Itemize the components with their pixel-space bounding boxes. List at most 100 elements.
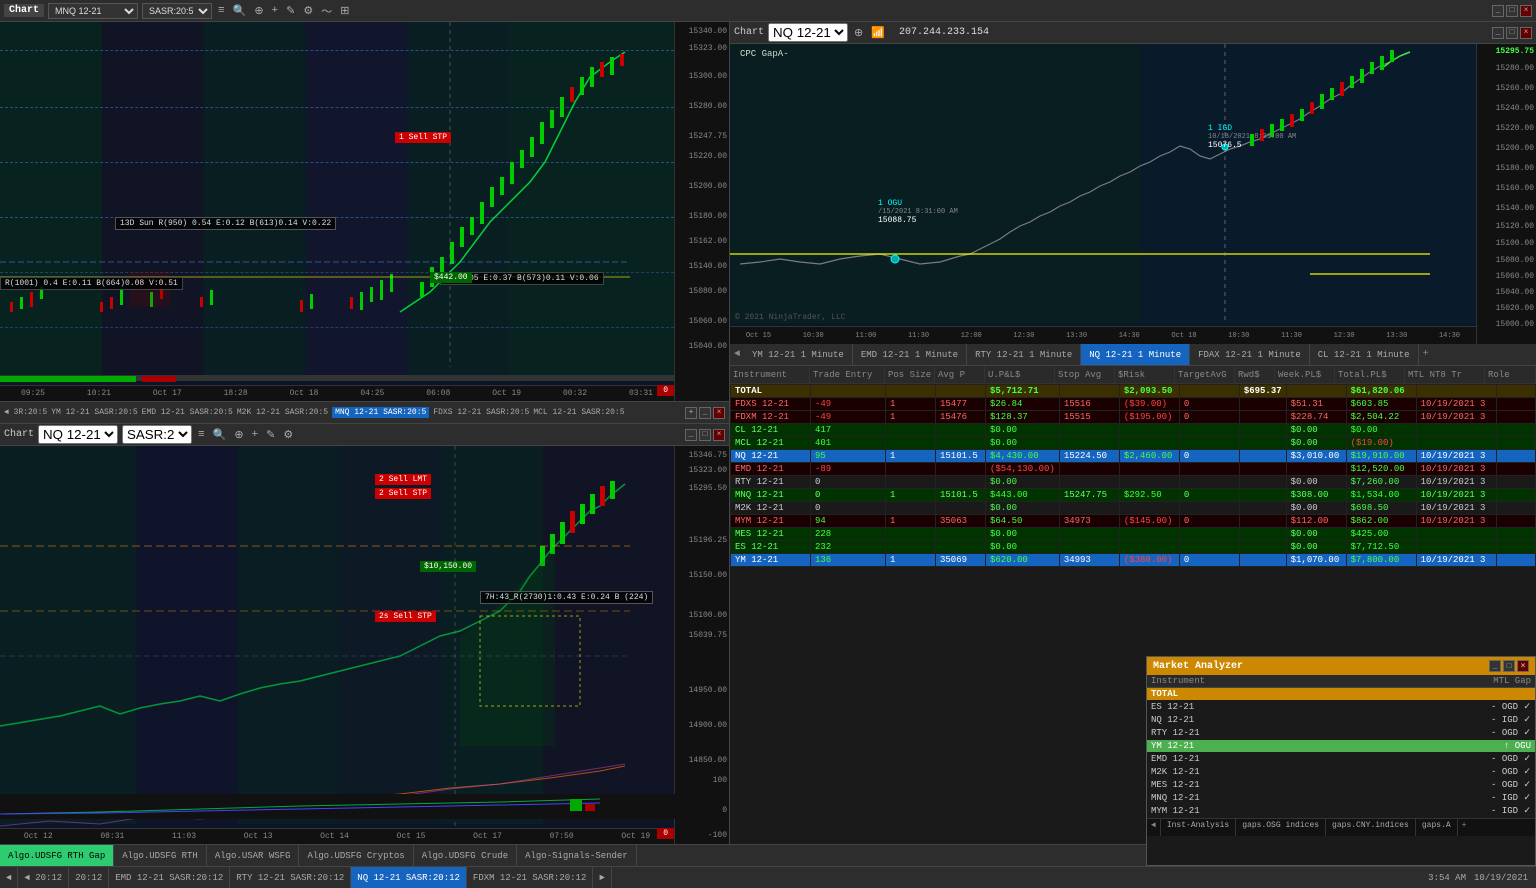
left-panel: 13D Sun R(950) 0.54 E:0.12 B(613)0.14 V:… (0, 22, 730, 844)
ma-tab-plus[interactable]: + (1458, 819, 1471, 836)
ma-instrument: NQ 12-21 (1151, 715, 1411, 725)
status-emd[interactable]: EMD 12-21 SASR:20:12 (109, 867, 230, 888)
close-btn-2[interactable]: × (713, 407, 725, 419)
ma-value: - OGD ✓ (1411, 767, 1531, 777)
nq-toolbar-2[interactable]: 📶 (869, 26, 887, 40)
maximize-btn[interactable]: □ (1506, 5, 1518, 17)
toolbar-icon-settings[interactable]: ⚙ (301, 4, 315, 18)
bottom-close-btn[interactable]: × (713, 429, 725, 441)
toolbar-icon-plus[interactable]: + (270, 5, 281, 17)
table-cell (1239, 437, 1286, 450)
toolbar-icon-grid[interactable]: ⊞ (338, 4, 351, 18)
table-cell (1496, 437, 1535, 450)
tab-cl[interactable]: CL 12-21 1 Minute (1310, 344, 1419, 366)
table-cell (886, 424, 936, 437)
nq-tl-2: 10:30 (803, 332, 824, 340)
ma-row: NQ 12-21- IGD ✓ (1147, 714, 1535, 727)
status-rty[interactable]: RTY 12-21 SASR:20:12 (230, 867, 351, 888)
ma-min-btn[interactable]: _ (1489, 660, 1501, 672)
tab-emd[interactable]: EMD 12-21 1 Minute (853, 344, 967, 366)
toolbar-icon-wave[interactable]: 〜 (319, 3, 334, 19)
tl-9: Oct 19 (621, 832, 650, 841)
price-b-8: 14950.00 (689, 686, 727, 695)
time-axis-top: 09:25 10:21 Oct 17 18:28 Oct 18 04:25 06… (0, 385, 674, 401)
ma-tab-arrow-left[interactable]: ◄ (1147, 819, 1161, 836)
ma-tab-4[interactable]: gaps.A (1416, 819, 1458, 836)
nq-tl-3: 11:00 (855, 332, 876, 340)
table-row: TOTAL$5,712.71$2,093.50$695.37$61,820.06 (731, 385, 1536, 398)
table-cell: MYM 12-21 (731, 515, 811, 528)
min-btn-3[interactable]: _ (699, 407, 711, 419)
nq-max-btn[interactable]: □ (1506, 27, 1518, 39)
ma-tab-3[interactable]: gaps.CNY.indices (1326, 819, 1416, 836)
table-cell: $2,460.00 (1119, 450, 1179, 463)
ma-max-btn[interactable]: □ (1503, 660, 1515, 672)
indicator-tab-bar: ◄ 3R:20:5 YM 12-21 SASR:20:5 EMD 12-21 S… (0, 402, 729, 424)
toolbar-icon-zoom[interactable]: ⊕ (252, 4, 265, 18)
table-cell: 15476 (936, 411, 986, 424)
nq-toolbar-1[interactable]: ⊕ (852, 26, 865, 40)
nq-close-btn[interactable]: × (1520, 27, 1532, 39)
toolbar-icon-b4[interactable]: + (250, 429, 261, 441)
nq-sasr-selector[interactable]: SASR:20:12 (122, 425, 192, 444)
close-btn[interactable]: × (1520, 5, 1532, 17)
bottom-tab-4[interactable]: Algo.UDSFG Crude (414, 845, 517, 867)
sasr-selector[interactable]: SASR:20:5 (142, 3, 212, 19)
bottom-max-btn[interactable]: □ (699, 429, 711, 441)
status-fdxm[interactable]: FDXM 12-21 SASR:20:12 (467, 867, 593, 888)
table-cell: ($19.00) (1346, 437, 1416, 450)
nq-min-btn[interactable]: _ (1492, 27, 1504, 39)
price-b-11: 100 (713, 776, 727, 785)
bottom-tab-2[interactable]: Algo.USAR WSFG (207, 845, 300, 867)
indicator-green (0, 376, 136, 382)
table-cell: 0 (1179, 450, 1239, 463)
nq-instrument-selector[interactable]: NQ 12-21 (38, 425, 118, 444)
top-chart[interactable]: 13D Sun R(950) 0.54 E:0.12 B(613)0.14 V:… (0, 22, 729, 402)
instrument-selector[interactable]: MNQ 12-21 (48, 3, 138, 19)
toolbar-icon-b1[interactable]: ≡ (196, 429, 207, 441)
tab-fdax[interactable]: FDAX 12-21 1 Minute (1190, 344, 1310, 366)
toolbar-icon-b3[interactable]: ⊕ (232, 428, 245, 442)
bottom-chart-content[interactable]: 2 Sell LMT 2 Sell STP $10,150.00 2s Sell… (0, 446, 729, 844)
tab-left-arrow[interactable]: ◄ (730, 347, 744, 362)
bottom-min-btn[interactable]: _ (685, 429, 697, 441)
th-target: TargetAvG (1175, 366, 1235, 383)
min-btn-2[interactable]: + (685, 407, 697, 419)
status-arrow-right[interactable]: ► (593, 867, 611, 888)
nq-chart-canvas[interactable]: CPC GapA- (730, 44, 1536, 344)
table-cell: 34973 (1059, 515, 1119, 528)
status-arrow-left[interactable]: ◄ (0, 867, 18, 888)
tab-rty[interactable]: RTY 12-21 1 Minute (967, 344, 1081, 366)
table-cell (1179, 385, 1239, 398)
price-tick-1: 15340.00 (689, 27, 727, 36)
toolbar-icon-bars[interactable]: ≡ (216, 5, 227, 17)
toolbar-icon-search[interactable]: 🔍 (231, 4, 249, 18)
tab-plus[interactable]: + (1419, 347, 1433, 362)
toolbar-icon-draw[interactable]: ✎ (284, 4, 297, 18)
minimize-btn[interactable]: _ (1492, 5, 1504, 17)
ma-close-btn[interactable]: × (1517, 660, 1529, 672)
bottom-tab-1[interactable]: Algo.UDSFG RTH (114, 845, 207, 867)
ma-value: - OGD ✓ (1411, 728, 1531, 738)
status-ym[interactable]: 20:12 (69, 867, 109, 888)
table-cell: ($380.00) (1119, 554, 1179, 567)
ma-tab-1[interactable]: Inst-Analysis (1161, 819, 1236, 836)
table-cell (1179, 424, 1239, 437)
bottom-tab-0[interactable]: Algo.UDSFG RTH Gap (0, 845, 114, 867)
tab-nq[interactable]: NQ 12-21 1 Minute (1081, 344, 1190, 366)
bottom-tab-3[interactable]: Algo.UDSFG Cryptos (299, 845, 413, 867)
table-cell (1059, 541, 1119, 554)
chart-tabs-bar: ◄ YM 12-21 1 Minute EMD 12-21 1 Minute R… (730, 344, 1536, 366)
table-cell: $128.37 (986, 411, 1060, 424)
ma-tab-2[interactable]: gaps.OSG indices (1236, 819, 1326, 836)
table-cell (1179, 541, 1239, 554)
tab-ym[interactable]: YM 12-21 1 Minute (744, 344, 853, 366)
toolbar-icon-b5[interactable]: ✎ (264, 428, 277, 442)
toolbar-icon-b6[interactable]: ⚙ (281, 428, 295, 442)
bottom-tab-5[interactable]: Algo-Signals-Sender (517, 845, 637, 867)
toolbar-icon-b2[interactable]: 🔍 (211, 428, 229, 442)
nq-chart-selector[interactable]: NQ 12-21 (768, 23, 848, 42)
ogu-label: 1 OGU /15/2021 8:31:00 AM 15088.75 (878, 199, 958, 225)
table-cell: 0 (1179, 489, 1239, 502)
status-nq[interactable]: NQ 12-21 SASR:20:12 (351, 867, 467, 888)
